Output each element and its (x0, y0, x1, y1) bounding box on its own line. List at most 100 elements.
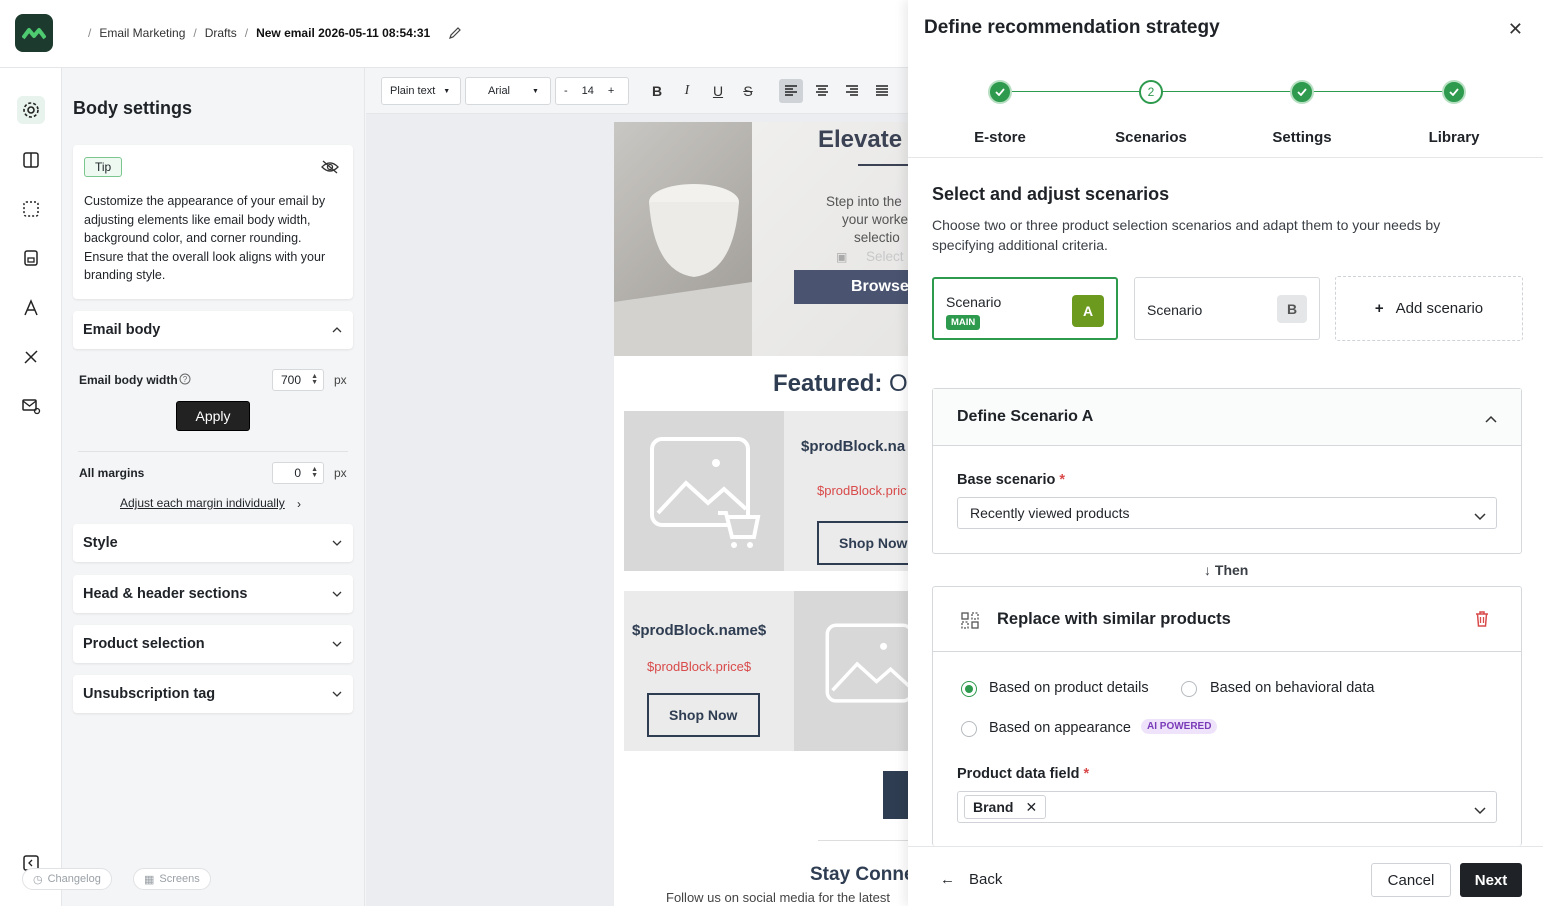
typography-icon[interactable] (17, 294, 45, 322)
align-justify-icon[interactable] (870, 79, 894, 103)
chevron-up-icon (1485, 411, 1497, 426)
svg-text:?: ? (183, 375, 188, 384)
close-icon[interactable]: ✕ (1508, 19, 1523, 40)
gear-icon[interactable] (17, 96, 45, 124)
scenario-letter-a: A (1072, 295, 1104, 327)
step-label-library: Library (1428, 129, 1480, 146)
align-center-icon[interactable] (810, 79, 834, 103)
product-block[interactable]: $prodBlock.name$ $prodBlock.price$ Shop … (624, 591, 908, 751)
hero-title: Elevate (818, 126, 903, 153)
chevron-down-icon (331, 638, 343, 650)
cta-button-partial[interactable] (883, 771, 908, 819)
breadcrumb-separator: / (193, 26, 197, 40)
product-price: $prodBlock.price$ (647, 659, 752, 674)
unsubscription-tag-accordion[interactable]: Unsubscription tag (73, 675, 353, 713)
mail-settings-icon[interactable] (17, 392, 45, 420)
size-increase[interactable]: + (608, 85, 614, 97)
scenario-a-card[interactable]: Scenario MAIN A (932, 277, 1118, 340)
replace-similar-panel: Replace with similar products Based on p… (932, 586, 1522, 846)
radio-appearance-label[interactable]: Based on appearance (989, 720, 1131, 736)
tip-text: Customize the appearance of your email b… (84, 194, 326, 282)
adjust-margins-link[interactable]: Adjust each margin individually (120, 496, 285, 510)
hero-underline (858, 164, 908, 166)
step-settings-check-icon[interactable] (1290, 80, 1314, 104)
trash-icon[interactable] (1475, 611, 1489, 630)
all-margins-input[interactable]: 0 ▲ ▼ (272, 462, 324, 484)
top-bar: / Email Marketing / Drafts / New email 2… (0, 0, 908, 68)
next-button[interactable]: Next (1460, 863, 1522, 897)
bold-icon[interactable]: B (645, 79, 669, 103)
save-icon[interactable] (17, 244, 45, 272)
scenario-b-card[interactable]: Scenario B (1134, 277, 1320, 340)
hero-image[interactable]: Elevate Step into the your worke selecti… (614, 122, 908, 356)
head-header-accordion[interactable]: Head & header sections (73, 575, 353, 613)
body-settings-panel: Body settings Tip Customize the appearan… (22, 68, 365, 906)
shop-now-button[interactable]: Shop Now (647, 693, 760, 737)
step-estore-check-icon[interactable] (988, 80, 1012, 104)
columns-icon[interactable] (17, 146, 45, 174)
product-selection-accordion[interactable]: Product selection (73, 625, 353, 663)
help-icon[interactable]: ? (179, 373, 191, 388)
radio-product-details-label[interactable]: Based on product details (989, 680, 1149, 696)
font-size-stepper[interactable]: - 14 + (555, 77, 629, 105)
product-block[interactable]: $prodBlock.na $prodBlock.pric Shop Now (624, 411, 908, 571)
remove-chip-icon[interactable]: ✕ (1025, 799, 1037, 816)
email-body-width-input[interactable]: 700 ▲ ▼ (272, 369, 324, 391)
size-decrease[interactable]: - (564, 85, 568, 97)
shop-now-button[interactable]: Shop Now (817, 521, 908, 565)
blocks-icon[interactable] (17, 195, 45, 223)
define-scenario-header[interactable]: Define Scenario A (933, 389, 1521, 446)
stepper-icon[interactable]: ▲ ▼ (311, 373, 318, 386)
email-preview: Elevate Step into the your worke selecti… (614, 122, 908, 906)
breadcrumb-email-marketing[interactable]: Email Marketing (99, 26, 185, 40)
underline-icon[interactable]: U (706, 79, 730, 103)
eye-off-icon[interactable] (321, 160, 339, 177)
hero-text-line: selectio (854, 230, 900, 245)
back-button[interactable]: ← Back (940, 871, 1002, 888)
chip-label: Brand (973, 799, 1014, 815)
align-right-icon[interactable] (840, 79, 864, 103)
screens-pill[interactable]: ▦ Screens (133, 868, 211, 890)
section-title: Select and adjust scenarios (932, 184, 1170, 204)
featured-heading: Featured: Ou (773, 370, 908, 398)
margins-value: 0 (294, 466, 301, 480)
product-name: $prodBlock.name$ (632, 622, 767, 639)
pencil-icon[interactable] (448, 26, 462, 43)
text-type-select[interactable]: Plain text ▼ (381, 77, 461, 105)
step-scenarios-indicator[interactable]: 2 (1139, 80, 1163, 104)
browse-button[interactable]: Browse (794, 270, 908, 304)
product-data-field-select[interactable]: Brand ✕ (957, 791, 1497, 823)
add-scenario-button[interactable]: + Add scenario (1335, 276, 1523, 341)
strikethrough-icon[interactable]: S (736, 79, 760, 103)
style-accordion[interactable]: Style (73, 524, 353, 562)
unit-label: px (334, 466, 347, 480)
italic-icon[interactable]: I (675, 79, 699, 103)
radio-behavioral-data-label[interactable]: Based on behavioral data (1210, 680, 1374, 696)
apply-button[interactable]: Apply (176, 401, 250, 431)
replace-similar-title: Replace with similar products (997, 610, 1231, 628)
base-scenario-select[interactable]: Recently viewed products (957, 497, 1497, 529)
cancel-button[interactable]: Cancel (1371, 863, 1451, 897)
radio-product-details[interactable] (961, 681, 977, 697)
panel-title: Body settings (73, 98, 193, 118)
scenario-letter-b: B (1277, 295, 1307, 323)
font-select[interactable]: Arial ▼ (465, 77, 551, 105)
align-left-icon[interactable] (779, 79, 803, 103)
tools-icon[interactable] (17, 343, 45, 371)
step-library-check-icon[interactable] (1442, 80, 1466, 104)
app-logo[interactable] (15, 14, 53, 52)
breadcrumb-drafts[interactable]: Drafts (205, 26, 237, 40)
radio-behavioral-data[interactable] (1181, 681, 1197, 697)
stepper-icon[interactable]: ▲ ▼ (311, 466, 318, 479)
all-margins-label: All margins (79, 466, 145, 480)
screens-label: Screens (159, 873, 200, 885)
radio-appearance[interactable] (961, 721, 977, 737)
then-label: Then (1214, 562, 1249, 578)
email-body-accordion[interactable]: Email body (73, 311, 353, 349)
breadcrumb-current: New email 2026-05-11 08:54:31 (256, 26, 431, 40)
product-image-placeholder (624, 411, 784, 571)
product-image-placeholder (794, 591, 908, 751)
tool-rail (0, 68, 62, 906)
featured-bold: Featured: (773, 370, 883, 397)
changelog-pill[interactable]: ◷ Changelog (22, 868, 112, 890)
